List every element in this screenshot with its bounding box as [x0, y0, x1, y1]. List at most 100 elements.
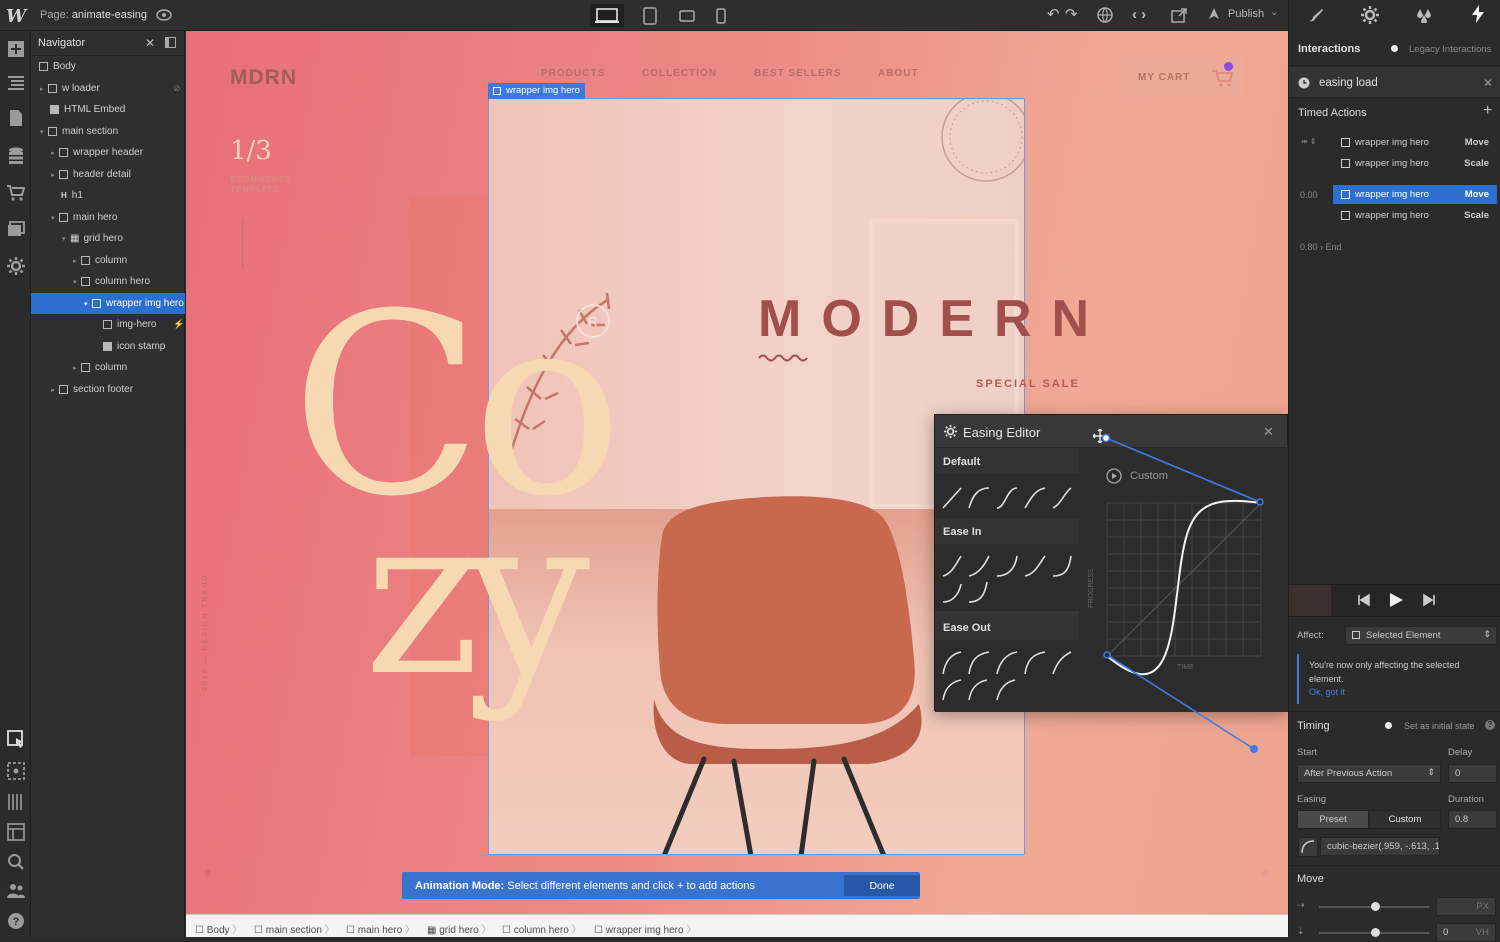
cms-database-icon[interactable]	[6, 147, 26, 167]
bezier-value-input[interactable]: cubic-bezier(.959, -.613, .1	[1320, 837, 1440, 856]
start-select[interactable]: After Previous Action ⇕	[1297, 764, 1441, 783]
tab-legacy-interactions[interactable]: Legacy Interactions	[1409, 44, 1491, 55]
undo-icon[interactable]: ↶	[1047, 7, 1060, 22]
nav-link-collection[interactable]: COLLECTION	[642, 68, 717, 79]
caret-right-icon[interactable]: ▸	[40, 85, 48, 93]
hidden-eye-icon[interactable]: ⊘	[173, 83, 181, 94]
timed-action-2[interactable]: wrapper img hero Scale	[1333, 154, 1497, 173]
handle-point-1[interactable]	[1250, 745, 1258, 753]
nav-link-best-sellers[interactable]: BEST SELLERS	[754, 68, 842, 79]
caret-down-icon[interactable]: ▾	[62, 235, 70, 243]
caret-right-icon[interactable]: ▸	[51, 386, 59, 394]
tablet-view-button[interactable]	[633, 4, 667, 27]
curve-end-point[interactable]	[1256, 498, 1264, 506]
webflow-logo[interactable]: W	[6, 6, 26, 27]
timed-action-4[interactable]: wrapper img hero Scale	[1333, 206, 1497, 225]
style-manager-drops-icon[interactable]	[1415, 7, 1433, 28]
redo-icon[interactable]: ↷	[1065, 7, 1078, 22]
tree-item-body[interactable]: Body	[31, 56, 185, 77]
site-settings-gear-icon[interactable]	[6, 257, 26, 277]
curve-start-point[interactable]	[1103, 651, 1111, 659]
cart-button[interactable]: MY CART	[1120, 57, 1244, 97]
tree-item-h1[interactable]: Hh1	[31, 185, 185, 206]
mobile-portrait-view-button[interactable]	[704, 4, 738, 27]
caret-right-icon[interactable]: ▸	[51, 171, 59, 179]
bezier-control-handles[interactable]	[1090, 428, 1270, 758]
add-action-plus-icon[interactable]: +	[1483, 102, 1492, 120]
delay-input[interactable]: 0	[1448, 764, 1497, 783]
caret-right-icon[interactable]: ▸	[73, 364, 81, 372]
play-icon[interactable]	[1388, 592, 1404, 611]
nav-link-about[interactable]: ABOUT	[878, 68, 919, 79]
radio-dot-icon[interactable]	[1391, 45, 1398, 52]
timed-action-3[interactable]: wrapper img hero Move	[1333, 185, 1497, 204]
code-icon[interactable]: ‹ ›	[1132, 7, 1146, 22]
caret-right-icon[interactable]: ▸	[73, 257, 81, 265]
navigator-icon[interactable]	[6, 75, 26, 95]
tree-item-column[interactable]: ▸ column	[31, 250, 185, 271]
interactions-bolt-icon[interactable]	[1471, 5, 1485, 28]
export-icon[interactable]	[1171, 7, 1188, 28]
curve-editor-toggle[interactable]	[1298, 837, 1318, 857]
brand-logo[interactable]: MDRN	[230, 66, 297, 90]
tree-item-grid-hero[interactable]: ▾ ▦ grid hero	[31, 228, 185, 249]
collaborators-icon[interactable]	[6, 883, 26, 903]
close-icon[interactable]: ✕	[1483, 76, 1493, 90]
timed-action-1[interactable]: wrapper img hero Move	[1333, 133, 1497, 152]
initial-state-toggle[interactable]	[1385, 722, 1392, 729]
dock-panel-icon[interactable]	[165, 37, 176, 48]
breadcrumb-main-section[interactable]: ☐ main section 〉	[254, 921, 335, 936]
caret-down-icon[interactable]: ▾	[84, 300, 92, 308]
dismiss-notice-link[interactable]: Ok, got it	[1309, 687, 1345, 697]
nav-link-products[interactable]: PRODUCTS	[541, 68, 605, 79]
move-y-slider-thumb[interactable]	[1371, 928, 1380, 937]
slider-dot-right[interactable]	[1262, 869, 1269, 876]
tree-item-section-footer[interactable]: ▸ section footer	[31, 379, 185, 400]
breadcrumb-main-hero[interactable]: ☐ main hero 〉	[346, 921, 415, 936]
handle-point-2[interactable]	[1101, 433, 1111, 443]
hero-title-modern[interactable]: MODERN	[758, 289, 1109, 349]
selected-element-tag[interactable]: wrapper img hero	[488, 83, 585, 99]
tree-item-html-embed[interactable]: HTML Embed	[31, 99, 185, 120]
breadcrumb-body[interactable]: ☐ Body 〉	[195, 921, 242, 936]
move-x-slider-thumb[interactable]	[1371, 902, 1380, 911]
move-x-input[interactable]: PX	[1436, 897, 1496, 916]
tree-item-img-hero[interactable]: img-hero ⚡	[31, 314, 185, 335]
style-brush-icon[interactable]	[1307, 7, 1325, 28]
layout-grid-icon[interactable]	[6, 823, 26, 843]
add-element-icon[interactable]	[6, 40, 26, 60]
skip-back-icon[interactable]	[1357, 593, 1371, 610]
easing-preset-tab[interactable]: Preset	[1297, 810, 1369, 829]
tree-item-main-hero[interactable]: ▾ main hero	[31, 207, 185, 228]
tree-item-main-section[interactable]: ▾ main section	[31, 121, 185, 142]
caret-down-icon[interactable]: ▾	[40, 128, 48, 136]
timeline-scrubber[interactable]	[1289, 585, 1331, 616]
tree-item-w-loader[interactable]: ▸ w loader ⊘	[31, 78, 185, 99]
ecommerce-cart-icon[interactable]	[6, 185, 26, 205]
breadcrumb-grid-hero[interactable]: ▦ grid hero 〉	[427, 921, 491, 936]
timeline-handle-icon[interactable]: ⇹ ⇕	[1301, 137, 1317, 146]
close-icon[interactable]: ✕	[145, 36, 155, 50]
done-button[interactable]: Done	[844, 875, 920, 896]
breadcrumb-wrapper-img-hero[interactable]: ☐ wrapper img hero 〉	[594, 921, 696, 936]
affect-select[interactable]: Selected Element ⇕	[1345, 626, 1497, 645]
pages-icon[interactable]	[6, 109, 26, 129]
help-icon[interactable]: ?	[6, 912, 26, 932]
help-icon[interactable]: ?	[1485, 720, 1495, 730]
caret-down-icon[interactable]: ▾	[73, 278, 81, 286]
duration-input[interactable]: 0.8	[1448, 810, 1497, 829]
tab-interactions[interactable]: Interactions	[1298, 43, 1360, 55]
desktop-view-button[interactable]	[590, 4, 624, 27]
caret-right-icon[interactable]: ▸	[51, 149, 59, 157]
mobile-landscape-view-button[interactable]	[670, 4, 704, 27]
tree-item-column-hero[interactable]: ▾ column hero	[31, 271, 185, 292]
settings-gear-icon[interactable]	[1361, 6, 1379, 29]
easing-custom-tab[interactable]: Custom	[1369, 810, 1441, 829]
tree-item-header-detail[interactable]: ▸ header detail	[31, 164, 185, 185]
assets-icon[interactable]	[6, 221, 26, 241]
preview-eye-icon[interactable]	[156, 8, 172, 27]
tree-item-column-2[interactable]: ▸ column	[31, 357, 185, 378]
guides-icon[interactable]	[6, 793, 26, 813]
page-selector[interactable]: Page: animate-easing	[40, 9, 147, 21]
select-tool-icon[interactable]	[6, 730, 26, 750]
